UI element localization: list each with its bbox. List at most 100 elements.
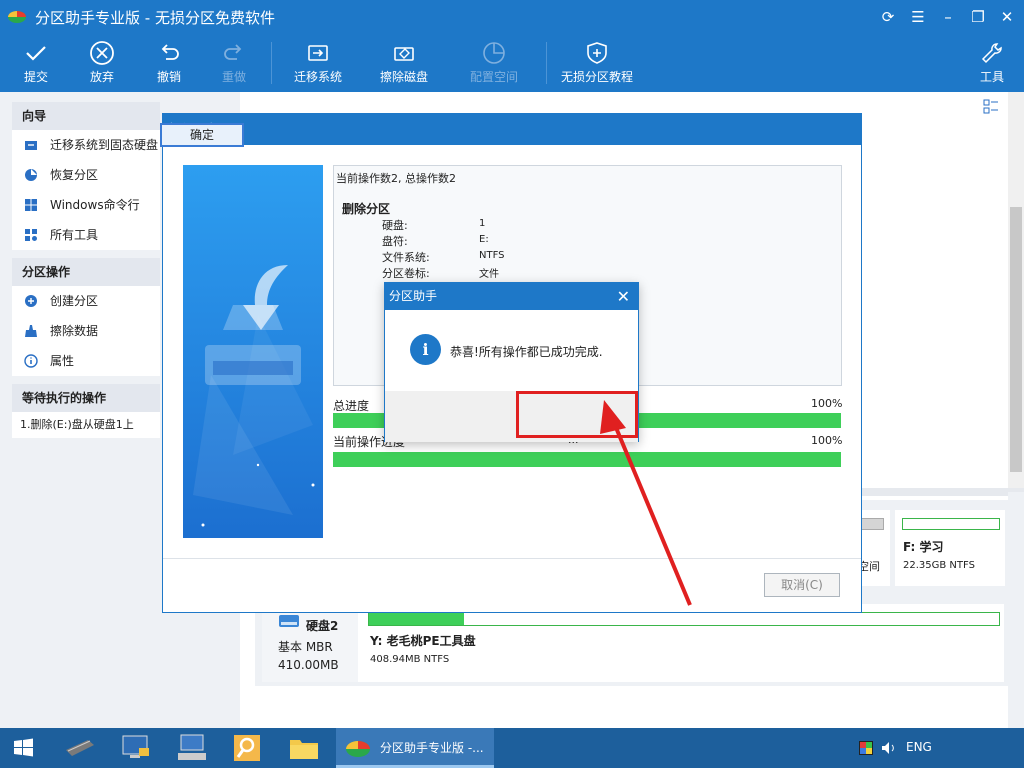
field-letter-value: E:: [479, 234, 489, 245]
total-progress-percent: 100%: [811, 397, 843, 410]
disk-size: 410.00MB: [278, 658, 339, 672]
view-toggle-icon[interactable]: [980, 96, 1002, 118]
sidebar-item-windows-cmd[interactable]: Windows命令行: [12, 190, 160, 220]
sidebar-item-label: 迁移系统到固态硬盘: [50, 138, 159, 152]
start-windows-icon[interactable]: [6, 732, 42, 764]
operation-title: 删除分区: [342, 202, 391, 216]
sidebar-item-properties[interactable]: 属性: [12, 346, 160, 376]
sidebar-item-label: 创建分区: [50, 294, 99, 308]
taskbar: 分区助手专业版 -... ENG: [0, 728, 1024, 768]
active-task-button[interactable]: 分区助手专业版 -...: [336, 728, 494, 768]
scrollbar-thumb[interactable]: [1010, 207, 1022, 472]
folder-icon[interactable]: [286, 732, 322, 764]
eraser-disk-icon: [394, 47, 414, 61]
broom-icon: [25, 325, 37, 337]
sidebar-item-label: Windows命令行: [50, 198, 140, 212]
pending-section-title: 等待执行的操作: [12, 384, 160, 412]
redo-button[interactable]: 重做: [210, 34, 258, 92]
wizard-section-title: 向导: [12, 102, 160, 130]
migrate-label: 迁移系统: [293, 70, 342, 84]
sidebar-item-create-partition[interactable]: 创建分区: [12, 286, 160, 316]
commit-button[interactable]: 提交: [12, 34, 60, 92]
partition-name: F: 学习: [903, 540, 944, 554]
partition-size: 408.94MB NTFS: [370, 654, 450, 665]
menu-icon[interactable]: ☰: [907, 6, 929, 28]
info-icon: i: [410, 334, 441, 365]
wipe-disk-label: 擦除磁盘: [379, 70, 428, 84]
current-progress-bar: [333, 452, 841, 467]
toolbar-separator: [271, 42, 272, 84]
current-progress-percent: 100%: [811, 434, 843, 447]
divider: [163, 558, 861, 559]
vertical-scrollbar[interactable]: [1008, 92, 1024, 492]
discard-button[interactable]: 放弃: [78, 34, 126, 92]
field-volume-label: 分区卷标:: [382, 267, 430, 280]
sidebar-item-all-tools[interactable]: 所有工具: [12, 220, 160, 250]
memory-chip-icon[interactable]: [62, 732, 98, 764]
create-partition-icon: [25, 295, 37, 307]
partition-used-fill: [369, 613, 464, 625]
computer-icon[interactable]: [118, 732, 154, 764]
ok-button[interactable]: 确定: [160, 123, 244, 147]
shield-icon: [587, 42, 607, 64]
sidebar-item-migrate-ssd[interactable]: 迁移系统到固态硬盘: [12, 130, 160, 160]
partition-size: 22.35GB NTFS: [903, 560, 975, 571]
tutorial-button[interactable]: 无损分区教程: [558, 34, 636, 92]
minimize-icon[interactable]: –: [937, 6, 959, 28]
window-title: 分区助手专业版 - 无损分区免费软件: [35, 9, 275, 27]
cancel-circle-icon: [90, 41, 114, 65]
search-tool-icon[interactable]: [230, 732, 266, 764]
field-volume-value: 文件: [479, 269, 499, 280]
download-tray-icon: [193, 265, 315, 527]
tools-button[interactable]: 工具: [972, 34, 1012, 92]
toolbar: 提交 放弃 撤销 重做 迁移系统 擦除磁盘 配置空间 无损分区教程 工具: [0, 34, 1024, 92]
partition-e-block[interactable]: 空间: [858, 510, 890, 586]
keyboard-monitor-icon[interactable]: [174, 732, 210, 764]
sidebar-item-label: 恢复分区: [50, 168, 99, 182]
restore-icon[interactable]: ❐: [967, 6, 989, 28]
migrate-button[interactable]: 迁移系统: [288, 34, 348, 92]
discard-label: 放弃: [89, 70, 114, 84]
commit-label: 提交: [23, 70, 48, 84]
hard-disk-icon: [279, 615, 299, 627]
sidebar-item-recover-partition[interactable]: 恢复分区: [12, 160, 160, 190]
field-fs-label: 文件系统:: [382, 251, 430, 264]
sidebar-item-label: 属性: [50, 354, 75, 368]
allocate-space-button[interactable]: 配置空间: [464, 34, 524, 92]
dialog-title: 操作进度: [163, 114, 861, 145]
windows-logo-icon: [25, 199, 37, 211]
partition-y-bar[interactable]: [368, 612, 1000, 626]
close-icon[interactable]: ✕: [996, 6, 1018, 28]
undo-button[interactable]: 撤销: [145, 34, 193, 92]
migrate-disk-icon: [25, 141, 37, 150]
network-color-icon[interactable]: [858, 740, 874, 756]
allocate-space-label: 配置空间: [469, 70, 518, 84]
dialog-illustration: [183, 165, 323, 538]
undo-icon: [161, 44, 179, 60]
message-text: 恭喜!所有操作都已成功完成.: [450, 345, 603, 359]
disk-scrollbar[interactable]: [1008, 492, 1024, 728]
speaker-icon[interactable]: [880, 740, 898, 756]
info-icon: [24, 354, 38, 368]
disk-2-row[interactable]: 硬盘2 基本 MBR 410.00MB Y: 老毛桃PE工具盘 408.94MB…: [262, 604, 1004, 682]
sidebar-item-wipe-data[interactable]: 擦除数据: [12, 316, 160, 346]
tools-label: 工具: [979, 70, 1004, 84]
highlight-box: [516, 391, 638, 438]
pending-operation-item[interactable]: 1.删除(E:)盘从硬盘1上: [12, 412, 160, 438]
ops-section-title: 分区操作: [12, 258, 160, 286]
message-box-title: 分区助手: [389, 289, 438, 303]
partition-f-block[interactable]: F: 学习 22.35GB NTFS: [895, 510, 1005, 586]
active-task-label: 分区助手专业版 -...: [380, 741, 484, 755]
section-gap: [12, 250, 160, 258]
cancel-button[interactable]: 取消(C): [764, 573, 840, 597]
refresh-icon[interactable]: ⟳: [877, 6, 899, 28]
migrate-disk-icon: [308, 45, 328, 61]
sidebar-item-label: 所有工具: [50, 228, 99, 242]
wipe-disk-button[interactable]: 擦除磁盘: [374, 34, 434, 92]
check-icon: [26, 46, 46, 61]
field-fs-value: NTFS: [479, 250, 505, 261]
app-logo-icon: [8, 11, 26, 23]
input-language[interactable]: ENG: [906, 740, 932, 754]
section-gap: [12, 376, 160, 384]
close-icon[interactable]: ✕: [617, 283, 630, 310]
